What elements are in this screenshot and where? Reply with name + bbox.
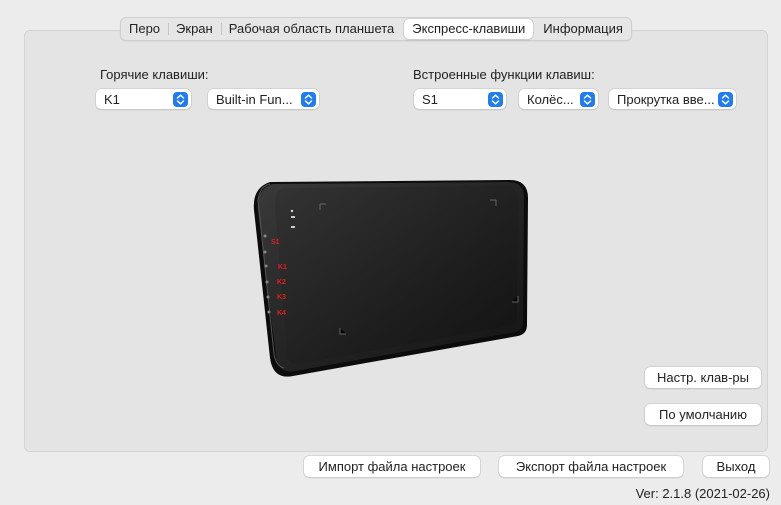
tab-express-keys[interactable]: Экспресс-клавиши — [404, 19, 534, 39]
chevron-updown-icon — [718, 91, 733, 107]
tablet-key-label-s1: S1 — [271, 239, 280, 246]
tab-screen[interactable]: Экран — [168, 19, 221, 39]
hotkey-function-select[interactable]: Built-in Fun... — [208, 89, 319, 109]
builtin-key-value: S1 — [422, 91, 438, 107]
builtin-action-value: Прокрутка вве... — [617, 91, 715, 107]
import-settings-button[interactable]: Импорт файла настроек — [304, 456, 480, 477]
builtin-mode-select[interactable]: Колёс... — [519, 89, 598, 109]
tablet-key-label-k1: K1 — [278, 264, 287, 271]
tab-pen[interactable]: Перо — [121, 19, 168, 39]
hotkeys-label: Горячие клавиши: — [100, 67, 209, 82]
tablet-key-label-k2: K2 — [277, 279, 286, 286]
tablet-image: S1 K1 K2 K3 K4 — [248, 178, 533, 381]
builtin-key-select[interactable]: S1 — [414, 89, 506, 109]
builtin-action-select[interactable]: Прокрутка вве... — [609, 89, 736, 109]
builtin-mode-value: Колёс... — [527, 91, 574, 107]
export-settings-button[interactable]: Экспорт файла настроек — [499, 456, 683, 477]
tablet-key-label-k3: K3 — [277, 294, 286, 301]
version-label: Ver: 2.1.8 (2021-02-26) — [635, 486, 770, 501]
tab-information[interactable]: Информация — [535, 19, 631, 39]
keyboard-settings-button[interactable]: Настр. клав-ры — [645, 367, 761, 388]
chevron-updown-icon — [488, 91, 503, 107]
hotkey-function-value: Built-in Fun... — [216, 91, 293, 107]
restore-defaults-button[interactable]: По умолчанию — [645, 404, 761, 425]
chevron-updown-icon — [580, 91, 595, 107]
tab-bar: Перо Экран Рабочая область планшета Эксп… — [120, 17, 632, 41]
chevron-updown-icon — [301, 91, 316, 107]
tablet-key-label-k4: K4 — [277, 310, 286, 317]
builtin-functions-label: Встроенные функции клавиш: — [413, 67, 595, 82]
chevron-updown-icon — [173, 91, 188, 107]
tab-work-area[interactable]: Рабочая область планшета — [220, 19, 403, 39]
exit-button[interactable]: Выход — [703, 456, 769, 477]
hotkey-select[interactable]: K1 — [96, 89, 191, 109]
hotkey-select-value: K1 — [104, 91, 120, 107]
